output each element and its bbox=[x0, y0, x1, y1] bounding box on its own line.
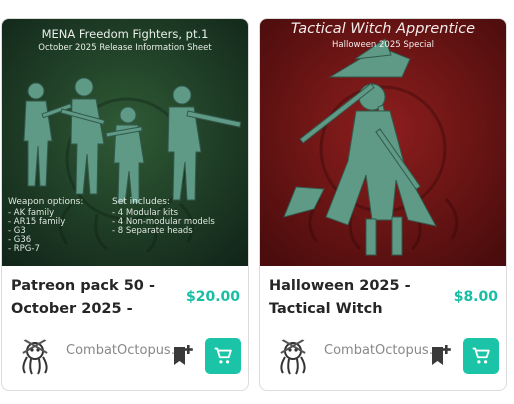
product-price: $8.00 bbox=[453, 289, 498, 305]
set-include-item: - 8 Separate heads bbox=[112, 226, 193, 236]
product-card-1[interactable]: MENA Freedom Fighters, pt.1 October 2025… bbox=[1, 18, 249, 391]
image-overlay-title: MENA Freedom Fighters, pt.1 bbox=[41, 27, 209, 41]
product-render-2 bbox=[260, 19, 506, 266]
add-to-cart-button[interactable] bbox=[463, 338, 499, 374]
weapon-options-heading: Weapon options: bbox=[8, 197, 84, 207]
weapon-option: - RPG-7 bbox=[8, 244, 40, 254]
cart-icon bbox=[472, 347, 490, 364]
product-card-2[interactable]: Tactical Witch Apprentice Halloween 2025… bbox=[259, 18, 507, 391]
add-to-cart-button[interactable] bbox=[205, 338, 241, 374]
bookmark-add-icon[interactable] bbox=[172, 343, 194, 367]
product-title[interactable]: Halloween 2025 - Tactical Witch bbox=[269, 275, 445, 321]
image-overlay-subtitle: October 2025 Release Information Sheet bbox=[38, 43, 212, 53]
image-overlay-subtitle: Halloween 2025 Special bbox=[332, 40, 434, 50]
creator-name[interactable]: CombatOctopus… bbox=[66, 343, 184, 359]
octopus-logo-icon bbox=[280, 338, 306, 375]
creator-avatar[interactable] bbox=[15, 337, 55, 377]
octopus-logo-icon bbox=[22, 338, 48, 375]
set-includes-heading: Set includes: bbox=[112, 197, 170, 207]
set-includes-list: Set includes: - 4 Modular kits - 4 Non-m… bbox=[112, 198, 215, 236]
bookmark-add-icon[interactable] bbox=[430, 343, 452, 367]
image-overlay-title: Tactical Witch Apprentice bbox=[290, 21, 476, 37]
creator-avatar[interactable] bbox=[273, 337, 313, 377]
creator-name[interactable]: CombatOctopus… bbox=[324, 343, 442, 359]
product-title[interactable]: Patreon pack 50 - October 2025 - MEN… bbox=[11, 275, 187, 321]
product-price: $20.00 bbox=[185, 289, 240, 305]
product-image-2[interactable]: Tactical Witch Apprentice Halloween 2025… bbox=[260, 19, 506, 266]
weapon-options-list: Weapon options: - AK family - AR15 famil… bbox=[8, 198, 83, 254]
cart-icon bbox=[214, 347, 232, 364]
product-image-1[interactable]: MENA Freedom Fighters, pt.1 October 2025… bbox=[2, 19, 248, 266]
